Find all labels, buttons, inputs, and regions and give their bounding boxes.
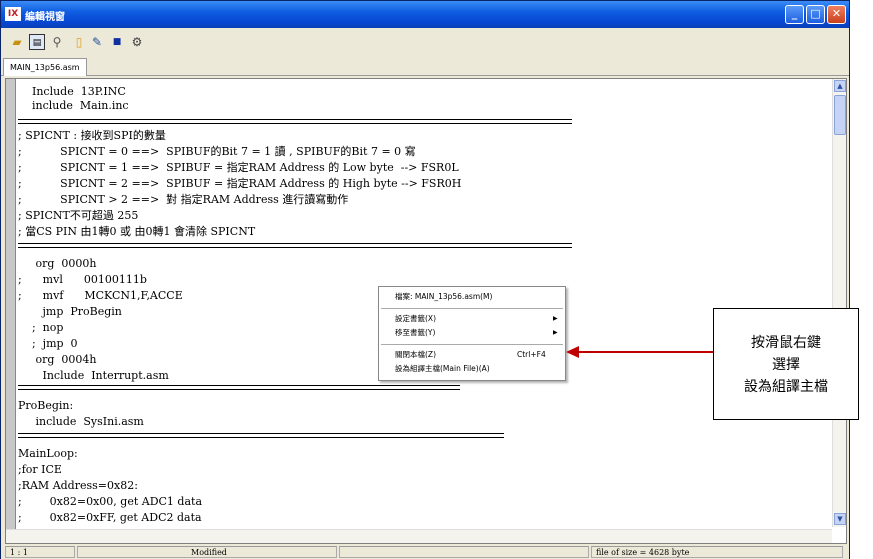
code-line: org 0000h [18,257,97,270]
code-line: ; SPICNT = 1 ==> SPIBUF = 指定RAM Address … [18,161,459,174]
code-line: ; SPICNT = 0 ==> SPIBUF的Bit 7 = 1 讀 , SP… [18,145,416,158]
code-line: Include 13P.INC [18,85,126,98]
menu-item-file[interactable]: 檔案: MAIN_13p56.asm(M) [379,291,565,303]
cursor-position: 1 : 1 [5,546,75,558]
callout-line: 選擇 [772,357,800,373]
code-line: ; SPICNT > 2 ==> 對 指定RAM Address 進行讀寫動作 [18,193,349,206]
tab-bar: MAIN_13p56.asm [1,56,849,76]
app-icon: IX [5,7,21,21]
code-line: ; jmp 0 [18,337,78,350]
edit-icon[interactable]: ✎ [89,34,105,50]
menu-separator [381,344,563,345]
code-line: ; 0x82=0x00, get ADC1 data [18,495,203,508]
submenu-arrow-icon: ▶ [553,329,558,336]
separator-line [18,385,460,390]
code-line: ;for ICE [18,463,62,476]
save-icon[interactable]: ▤ [29,34,45,50]
new-file-icon[interactable]: ▯ [71,34,87,50]
code-line: ; mvf MCKCN1,F,ACCE [18,289,183,302]
code-line: ProBegin: [18,399,74,412]
arrow-head-icon [566,346,579,358]
title-bar[interactable]: IX 編輯視窗 _ □ ✕ [1,1,849,28]
menu-item-label: 設定書籤(X) [395,314,436,323]
code-line: Include Interrupt.asm [18,369,169,382]
file-size: file of size = 4628 byte [591,546,843,558]
stop-icon[interactable]: ■ [109,34,125,50]
menu-item-goto-bookmark[interactable]: 移至書籤(Y) ▶ [379,327,565,339]
build-icon[interactable]: ⚙ [129,34,145,50]
menu-item-set-main-file[interactable]: 設為組譯主檔(Main File)(A) [379,363,565,375]
submenu-arrow-icon: ▶ [553,315,558,322]
modified-status: Modified [77,546,337,558]
code-line: ; SPICNT = 2 ==> SPIBUF = 指定RAM Address … [18,177,462,190]
code-line: include SysIni.asm [18,415,144,428]
menu-separator [381,308,563,309]
code-line: ;RAM Address=0x82: [18,479,138,492]
horizontal-scrollbar[interactable] [6,529,832,543]
code-line: ; 當CS PIN 由1轉0 或 由0轉1 會清除 SPICNT [18,225,256,238]
code-line: include Main.inc [18,99,129,112]
minimize-button[interactable]: _ [785,5,804,24]
menu-item-label: 檔案: MAIN_13p56.asm(M) [395,292,493,301]
callout-line: 按滑鼠右鍵 [751,335,821,351]
window-title: 編輯視窗 [25,12,65,23]
tab-main-asm[interactable]: MAIN_13p56.asm [3,58,87,76]
search-icon[interactable]: ⚲ [49,34,65,50]
scroll-up-icon[interactable]: ▲ [834,80,846,92]
maximize-button[interactable]: □ [806,5,825,24]
scroll-down-icon[interactable]: ▼ [834,513,846,525]
callout-box: 按滑鼠右鍵 選擇 設為組譯主檔 [713,308,859,420]
menu-shortcut: Ctrl+F4 [517,350,546,359]
close-button[interactable]: ✕ [827,5,846,24]
code-line: ; 0x82=0xFF, get ADC2 data [18,511,202,524]
status-empty [339,546,589,558]
scroll-thumb[interactable] [834,95,846,135]
status-bar: 1 : 1 Modified file of size = 4628 byte [1,545,849,559]
code-line: org 0004h [18,353,97,366]
editor-window: IX 編輯視窗 _ □ ✕ ▰ ▤ ⚲ ▯ ✎ ■ ⚙ MAIN_13p56.a… [0,0,850,559]
code-line: ; SPICNT不可超過 255 [18,209,139,222]
code-line: ; nop [18,321,64,334]
menu-item-close-file[interactable]: 關閉本檔(Z) Ctrl+F4 [379,349,565,361]
line-gutter [6,79,16,543]
separator-line [18,119,572,124]
separator-line [18,243,572,248]
menu-item-set-bookmark[interactable]: 設定書籤(X) ▶ [379,313,565,325]
open-folder-icon[interactable]: ▰ [9,34,25,50]
code-line: jmp ProBegin [18,305,122,318]
code-line: MainLoop: [18,447,78,460]
menu-item-label: 關閉本檔(Z) [395,350,436,359]
vertical-scrollbar[interactable]: ▲ ▼ [832,79,846,527]
context-menu: 檔案: MAIN_13p56.asm(M) 設定書籤(X) ▶ 移至書籤(Y) … [378,286,566,381]
arrow-line [578,351,714,353]
callout-line: 設為組譯主檔 [744,379,828,395]
menu-item-label: 設為組譯主檔(Main File)(A) [395,364,490,373]
code-line: ; mvl 00100111b [18,273,147,286]
separator-line [18,433,504,438]
toolbar: ▰ ▤ ⚲ ▯ ✎ ■ ⚙ [1,28,849,56]
code-line: ; SPICNT : 接收到SPI的數量 [18,129,166,142]
menu-item-label: 移至書籤(Y) [395,328,436,337]
